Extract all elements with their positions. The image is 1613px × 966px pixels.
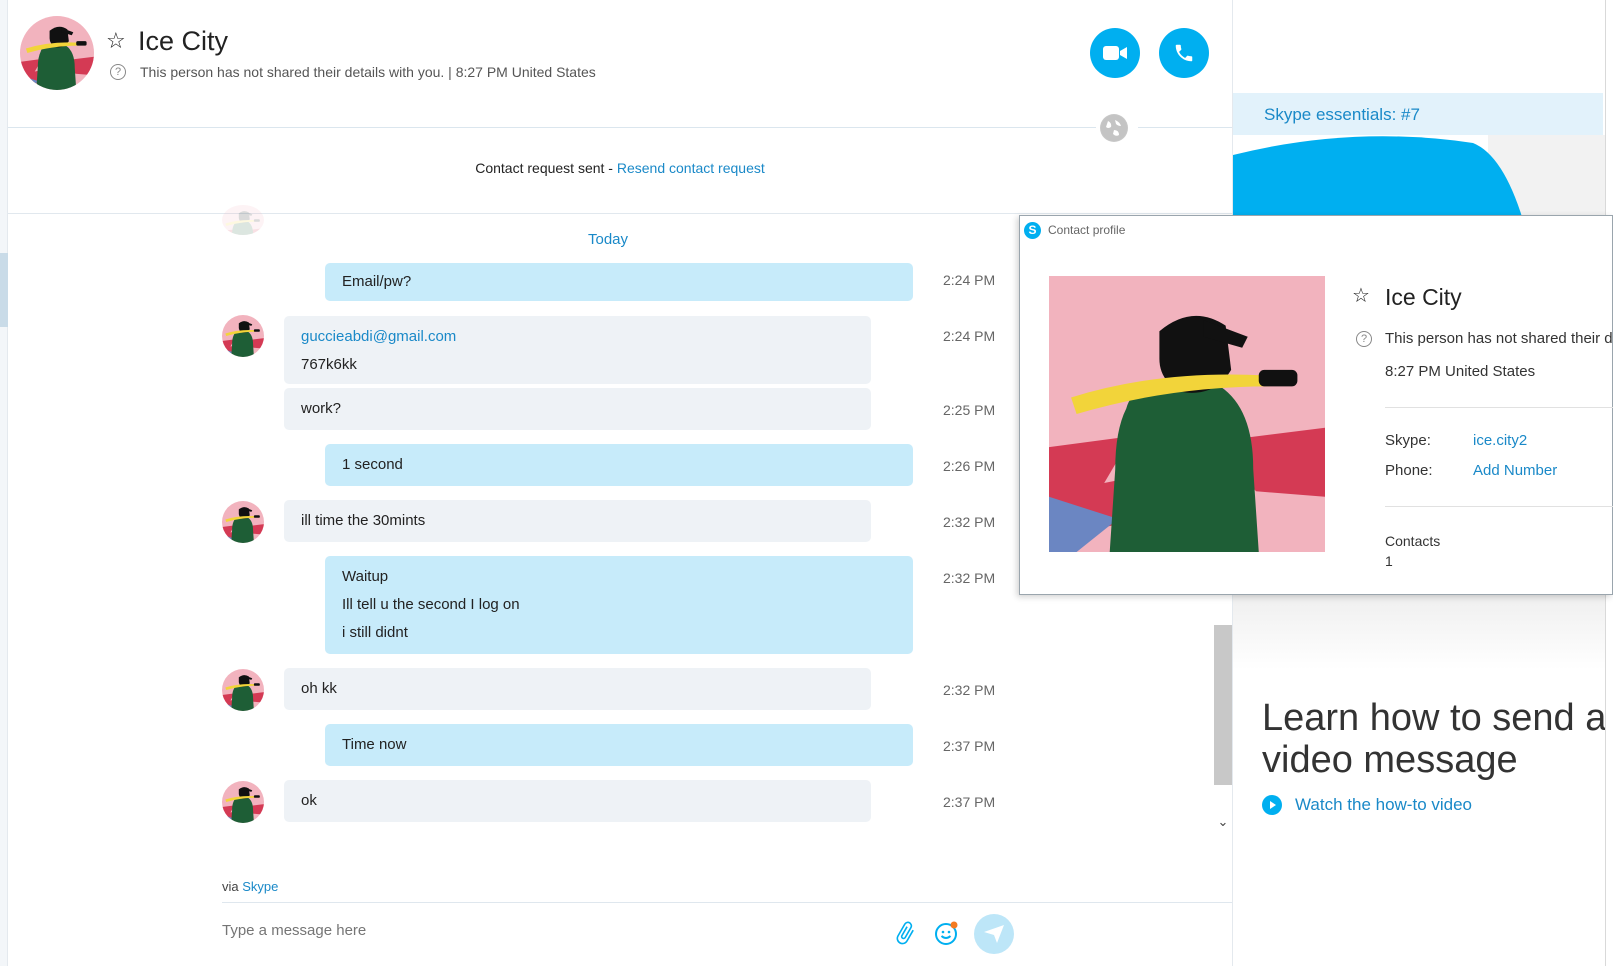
message-time: 2:32 PM [943,514,996,530]
message-time: 2:26 PM [943,458,996,474]
globe-icon[interactable] [1100,114,1128,142]
via-label: via Skype [222,879,278,894]
profile-details-text: This person has not shared their de [1385,330,1613,347]
message-text: Ill tell u the second I log on [342,596,520,613]
message-text: 767k6kk [301,356,357,373]
skype-label: Skype: [1385,432,1431,449]
message-bubble-incoming[interactable]: guccieabdi@gmail.com 767k6kk [284,316,871,384]
help-icon[interactable]: ? [1356,331,1372,347]
contact-status: This person has not shared their details… [140,64,596,80]
message-time: 2:37 PM [943,738,996,754]
popup-title: Contact profile [1048,223,1126,237]
profile-divider [1385,506,1613,507]
profile-divider [1385,407,1613,408]
message-text: Email/pw? [342,273,412,290]
phone-label: Phone: [1385,462,1433,479]
via-skype-link[interactable]: Skype [242,879,278,894]
star-icon[interactable]: ☆ [106,30,126,52]
message-time: 2:25 PM [943,402,996,418]
message-time: 2:24 PM [943,272,996,288]
faded-avatar [222,205,264,235]
message-bubble-incoming[interactable]: ill time the 30mints [284,500,871,542]
message-time: 2:37 PM [943,794,996,810]
message-time: 2:24 PM [943,328,996,344]
call-icon [1175,44,1193,62]
message-avatar[interactable] [222,315,264,357]
contact-avatar[interactable] [20,16,94,90]
message-text: Time now [342,736,407,753]
help-icon[interactable]: ? [110,64,126,80]
message-bubble-outgoing[interactable]: 1 second [325,444,913,486]
profile-name: Ice City [1385,284,1462,310]
left-edge-strip [0,0,8,966]
left-edge-selection [0,253,8,327]
skype-id-link[interactable]: ice.city2 [1473,432,1527,449]
send-button[interactable] [974,914,1014,954]
message-text: work? [301,400,342,417]
message-bubble-incoming[interactable]: oh kk [284,668,871,710]
message-text: i still didnt [342,624,408,641]
audio-call-button[interactable] [1159,28,1209,78]
message-time: 2:32 PM [943,570,996,586]
contacts-label: Contacts [1385,533,1441,549]
resend-request-link[interactable]: Resend contact request [617,160,765,176]
play-icon[interactable] [1262,795,1282,815]
message-text: 1 second [342,456,403,473]
skype-essentials-title[interactable]: Skype essentials: #7 [1264,105,1420,125]
message-avatar[interactable] [222,501,264,543]
attach-icon[interactable] [892,920,918,951]
promo-graphic [1233,135,1613,220]
star-icon[interactable]: ☆ [1352,286,1370,306]
contact-request-bar: Contact request sent - Resend contact re… [8,160,1232,176]
contact-name[interactable]: Ice City [138,26,228,57]
emoji-icon[interactable] [934,920,960,951]
chat-scrollbar-thumb[interactable] [1214,625,1232,785]
message-time: 2:32 PM [943,682,996,698]
message-bubble-incoming[interactable]: ok [284,780,871,822]
messages-top-divider [8,213,1232,214]
message-bubble-outgoing[interactable]: Email/pw? [325,263,913,301]
message-text: ill time the 30mints [301,512,426,529]
learn-video-message-title: Learn how to send a video message [1262,697,1607,781]
message-avatar[interactable] [222,781,264,823]
message-bubble-outgoing[interactable]: Time now [325,724,913,766]
skype-logo-icon: S [1024,222,1041,239]
video-call-icon [1103,46,1127,60]
send-icon [984,925,1004,943]
message-bubble-outgoing[interactable]: Waitup Ill tell u the second I log on i … [325,556,913,654]
message-avatar[interactable] [222,669,264,711]
contacts-count: 1 [1385,553,1393,569]
profile-location: 8:27 PM United States [1385,363,1536,380]
chevron-down-icon[interactable]: ⌄ [1214,813,1232,831]
message-text: oh kk [301,680,337,697]
profile-picture [1049,276,1325,552]
header-divider [8,127,1096,128]
message-bubble-incoming[interactable]: work? [284,388,871,430]
video-call-button[interactable] [1090,28,1140,78]
message-text: Waitup [342,568,389,585]
day-separator: Today [588,231,629,248]
message-input[interactable] [222,922,822,939]
email-link[interactable]: guccieabdi@gmail.com [301,323,854,351]
via-prefix: via [222,879,243,894]
add-number-link[interactable]: Add Number [1473,462,1557,479]
promo-background [1233,590,1613,670]
header-divider-right [1138,127,1234,128]
watch-how-to-video-link[interactable]: Watch the how-to video [1295,795,1472,815]
message-text: ok [301,792,317,809]
request-sent-text: Contact request sent - [475,160,617,176]
composer-divider [222,902,1232,903]
